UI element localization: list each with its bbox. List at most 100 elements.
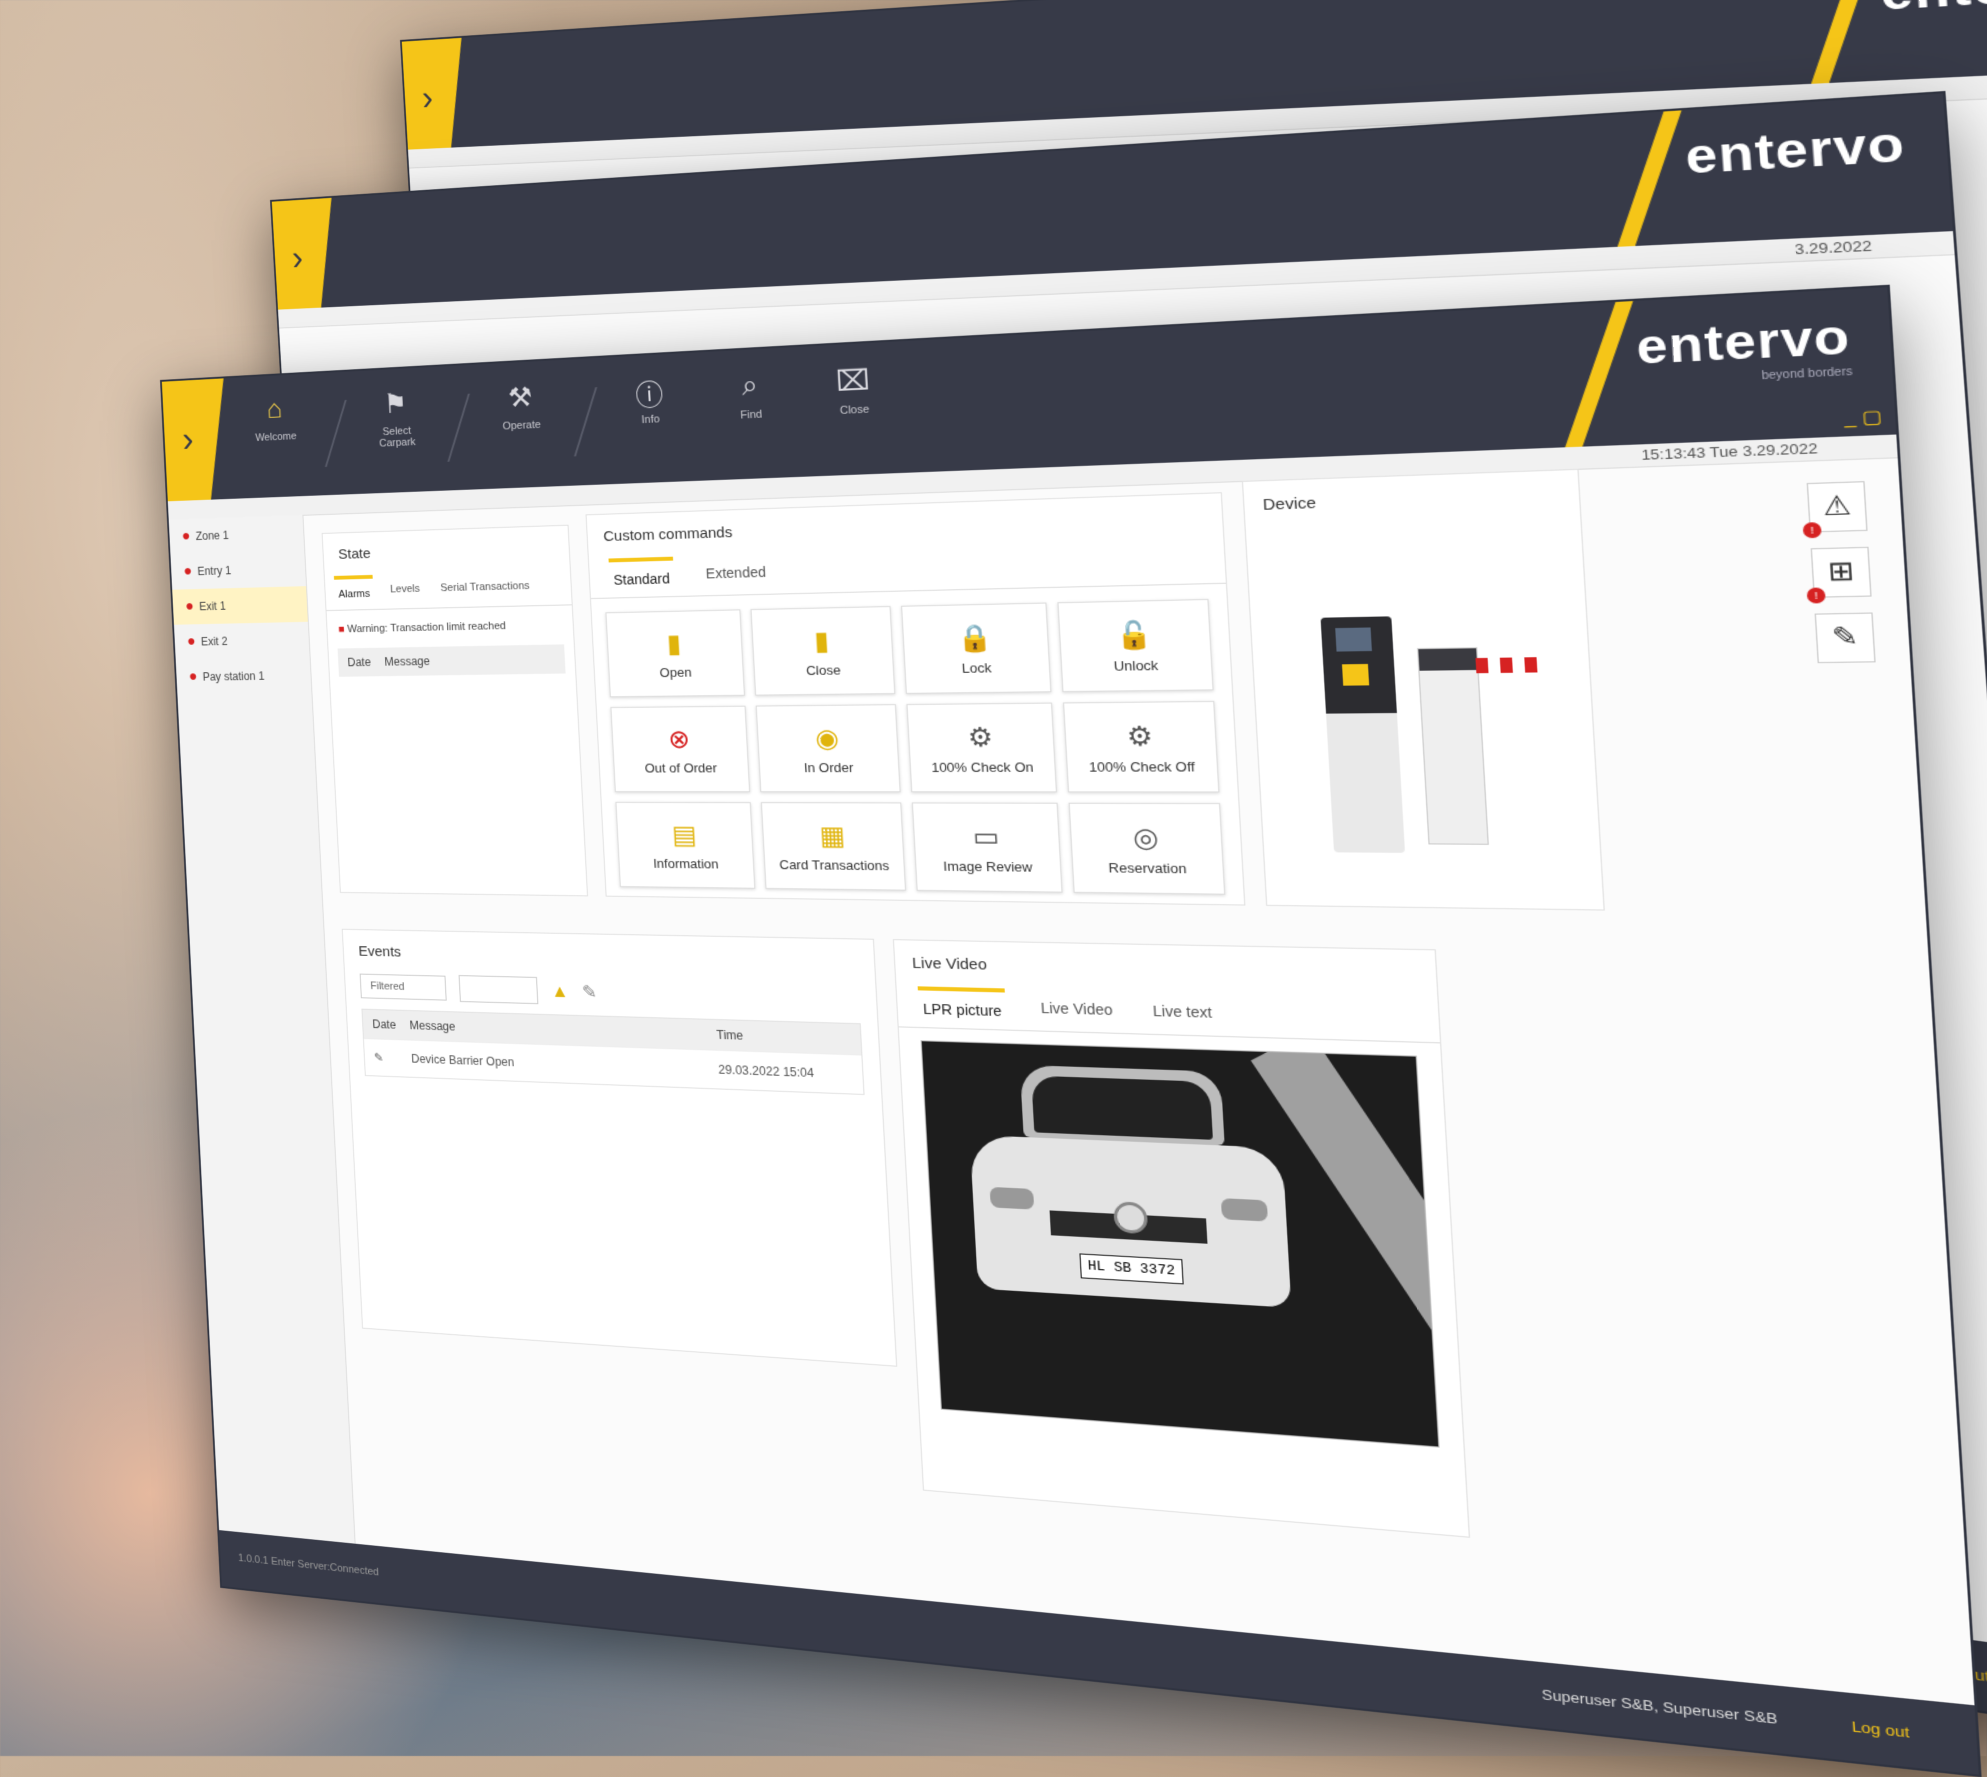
check-off-icon: ⚙ (1125, 719, 1154, 752)
tab-levels[interactable]: Levels (386, 573, 425, 608)
transactions-button[interactable]: ⊞! (1806, 546, 1872, 604)
logout-link[interactable]: Log out (1851, 1718, 1910, 1741)
welcome-button[interactable]: ⌂ Welcome (242, 393, 309, 471)
sidebar-item-pay-station-1[interactable]: ● Pay station 1 (176, 657, 312, 694)
brand-logo: entervo (1803, 0, 1987, 107)
information-icon: ▤ (671, 819, 698, 849)
info-button[interactable]: ⓘ Info (614, 373, 688, 455)
check-on-button[interactable]: ⚙ 100% Check On (906, 702, 1058, 793)
custom-commands-panel: Custom commands Standard Extended ▮ Open … (585, 492, 1246, 906)
location-pin-icon: ● (188, 668, 198, 685)
in-order-icon: ◉ (814, 722, 840, 753)
information-button[interactable]: ▤ Information (615, 801, 756, 889)
command-grid: ▮ Open ▮ Close 🔒 Lock 🔓 Unlock ⊗ Out of Order… (591, 584, 1244, 910)
device-image (1249, 580, 1601, 866)
brand-stripe (1561, 301, 1634, 459)
notification-badge: ! (1806, 587, 1826, 604)
filter-dropdown[interactable]: Filtered (359, 973, 447, 1001)
app-logo: › (272, 198, 339, 310)
state-tabs: Alarms Levels Serial Transactions (324, 569, 572, 612)
clock: 3.29.2022 (1793, 237, 1873, 258)
brand-logo: entervo (1609, 110, 1908, 270)
filter-icon[interactable]: ▲ (551, 981, 569, 1002)
tab-alarms[interactable]: Alarms (333, 574, 375, 610)
alarm-message: ■ Warning: Transaction limit reached (338, 620, 507, 636)
unlock-icon: 🔓 (1115, 618, 1154, 651)
barrier-arm (1475, 656, 1550, 674)
barrier-close-icon: ▮ (813, 624, 830, 656)
close-button[interactable]: ⌧ Close (816, 362, 894, 446)
alarm-warning-button[interactable]: ⚠! (1802, 481, 1868, 539)
tab-live-text[interactable]: Live text (1147, 992, 1217, 1036)
state-panel: State Alarms Levels Serial Transactions … (321, 524, 589, 897)
sidebar-item-exit-1[interactable]: ● Exit 1 (172, 586, 308, 625)
image-review-icon: ▭ (971, 820, 1001, 852)
state-table-header: Date Message (337, 644, 566, 677)
alarm-icon: ■ (338, 623, 345, 636)
card-transactions-icon: ▦ (818, 819, 846, 851)
close-icon: ⌧ (835, 364, 871, 398)
app-logo: › (402, 38, 469, 150)
device-panel: Device (1241, 468, 1605, 911)
edit-icon[interactable]: ✎ (582, 981, 598, 1002)
unlock-button[interactable]: 🔓 Unlock (1057, 598, 1214, 693)
warning-icon: ⚠ (1821, 490, 1853, 522)
panel-title: Device (1262, 494, 1317, 515)
in-order-button[interactable]: ◉ In Order (755, 704, 901, 793)
out-of-order-button[interactable]: ⊗ Out of Order (610, 705, 751, 793)
card-transactions-button[interactable]: ▦ Card Transactions (760, 802, 907, 891)
transactions-icon: ⊞ (1826, 556, 1856, 588)
barrier-image (1417, 647, 1489, 845)
car-image: HL SB 3372 (966, 1063, 1294, 1350)
tab-extended[interactable]: Extended (701, 554, 771, 595)
pay-station-image (1320, 616, 1406, 853)
current-user: Superuser S&B, Superuser S&B (1541, 1686, 1779, 1728)
hammer-icon: ⚒ (507, 381, 534, 413)
event-icon: ✎ (373, 1050, 384, 1065)
operate-button[interactable]: ⚒ Operate (486, 380, 557, 460)
location-pin-icon: ● (184, 598, 195, 615)
lpr-picture: HL SB 3372 (920, 1040, 1440, 1448)
toolbar: ⌂ Welcome ⚑ Select Carpark ⚒ Operate ⓘ I… (242, 362, 893, 470)
tab-serial-transactions[interactable]: Serial Transactions (436, 570, 535, 607)
intercom-icon: ✎ (1830, 621, 1860, 653)
tab-live-video[interactable]: Live Video (1035, 989, 1118, 1033)
sidebar-item-entry-1[interactable]: ● Entry 1 (170, 551, 306, 590)
check-on-icon: ⚙ (967, 721, 994, 752)
connection-status: 1.0.0.1 Enter Server:Connected (237, 1552, 380, 1579)
lock-icon: 🔒 (956, 621, 994, 653)
window-controls[interactable]: _ ▢ (1844, 406, 1883, 430)
reservation-button[interactable]: ◎ Reservation (1068, 802, 1226, 895)
events-panel: Events Filtered ▲ ✎ Date Message Time ✎ … (341, 928, 898, 1367)
main-window: › ⌂ Welcome ⚑ Select Carpark ⚒ Operate ⓘ… (160, 284, 1982, 1777)
clock: 15:13:43 Tue 3.29.2022 (1640, 439, 1819, 464)
check-off-button[interactable]: ⚙ 100% Check Off (1062, 700, 1220, 793)
select-carpark-button[interactable]: ⚑ Select Carpark (362, 386, 431, 465)
notification-badge: ! (1802, 522, 1822, 539)
home-icon: ⌂ (266, 393, 283, 424)
location-pin-icon: ● (181, 528, 191, 545)
sidebar-item-exit-2[interactable]: ● Exit 2 (174, 622, 310, 660)
close-barrier-button[interactable]: ▮ Close (750, 606, 896, 696)
location-pin-icon: ● (186, 633, 197, 650)
sidebar-item-zone-1[interactable]: ● Zone 1 (169, 515, 305, 555)
find-button[interactable]: ⌕ Find (713, 368, 789, 451)
find-icon: ⌕ (740, 369, 759, 401)
out-of-order-icon: ⊗ (667, 723, 691, 754)
brand-logo: entervo beyond borders (1561, 301, 1853, 459)
filter-input[interactable] (458, 975, 539, 1005)
live-video-panel: Live Video LPR picture Live Video Live t… (892, 939, 1471, 1538)
panel-title: State (337, 545, 371, 563)
barrier-open-icon: ▮ (666, 627, 682, 658)
tab-lpr-picture[interactable]: LPR picture (917, 986, 1008, 1030)
tab-standard[interactable]: Standard (608, 556, 675, 598)
open-button[interactable]: ▮ Open (605, 609, 745, 698)
brand-name: entervo (1634, 309, 1853, 375)
lock-button[interactable]: 🔒 Lock (901, 602, 1052, 694)
intercom-button[interactable]: ✎ (1814, 612, 1876, 664)
info-icon: ⓘ (634, 379, 665, 412)
events-table: Date Message Time ✎ Device Barrier Open … (361, 1008, 865, 1096)
reservation-icon: ◎ (1131, 821, 1160, 853)
image-review-button[interactable]: ▭ Image Review (911, 802, 1063, 893)
app-logo: › (162, 378, 230, 501)
